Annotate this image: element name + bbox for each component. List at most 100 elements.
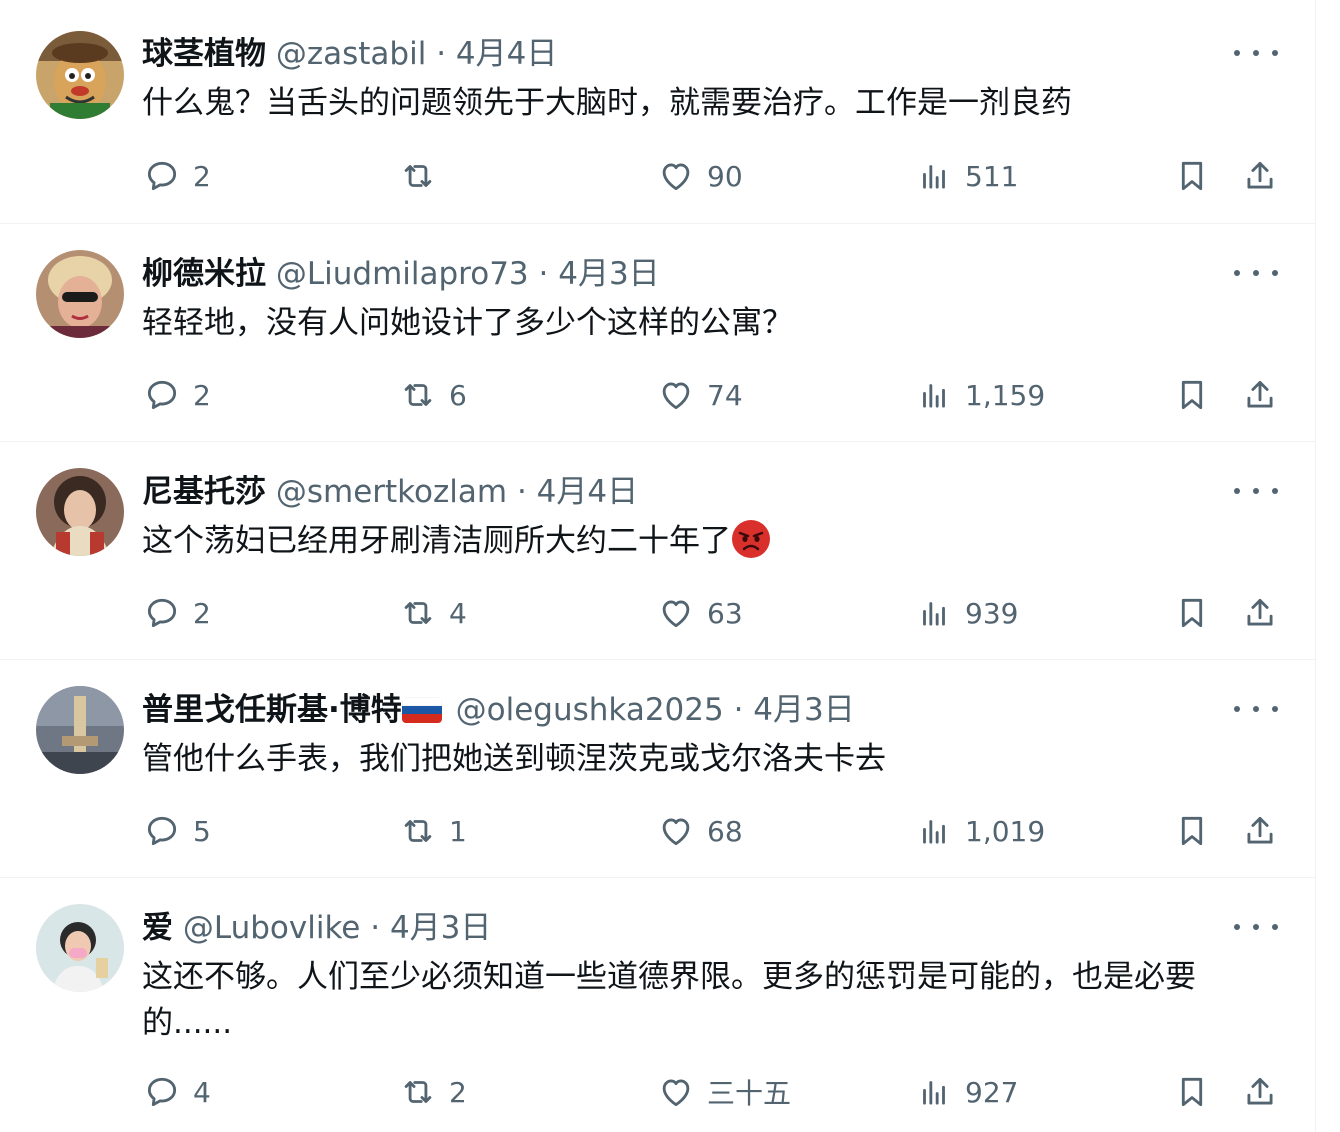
reply-item[interactable]: 尼基托莎 @smertkozlam · 4月4日 这个荡妇已经用牙刷清洁厕所大约… bbox=[0, 442, 1316, 660]
avatar[interactable] bbox=[36, 686, 124, 774]
share-icon bbox=[1247, 380, 1273, 408]
reply-header: 柳德米拉 @Liudmilapro73 · 4月3日 bbox=[142, 253, 1236, 295]
user-handle[interactable]: @olegushka2025 bbox=[456, 692, 724, 728]
repost-icon bbox=[404, 384, 432, 406]
like-button[interactable]: 63 bbox=[657, 591, 743, 635]
repost-button[interactable]: 4 bbox=[399, 591, 467, 635]
view-count: 1,019 bbox=[965, 814, 1046, 848]
avatar[interactable] bbox=[36, 468, 124, 556]
post-date[interactable]: 4月3日 bbox=[390, 910, 491, 946]
separator-dot: · bbox=[538, 256, 549, 292]
more-options-icon[interactable] bbox=[1234, 476, 1278, 506]
reply-button[interactable]: 2 bbox=[143, 373, 211, 417]
display-name[interactable]: 球茎植物 bbox=[142, 36, 266, 72]
post-date[interactable]: 4月3日 bbox=[753, 692, 854, 728]
reply-button[interactable]: 2 bbox=[143, 591, 211, 635]
share-icon bbox=[1247, 816, 1273, 844]
share-button[interactable] bbox=[1241, 154, 1279, 198]
view-count: 511 bbox=[965, 159, 1019, 193]
reply-item[interactable]: 球茎植物 @zastabil · 4月4日 什么鬼？当舌头的问题领先于大脑时，就… bbox=[0, 0, 1316, 224]
views-button[interactable]: 939 bbox=[915, 591, 1018, 635]
bookmark-icon bbox=[1181, 161, 1203, 191]
scrollbar[interactable] bbox=[1315, 0, 1340, 1132]
repost-button[interactable]: 1 bbox=[399, 809, 467, 853]
view-count: 939 bbox=[965, 596, 1019, 630]
share-button[interactable] bbox=[1241, 591, 1279, 635]
reply-header: 球茎植物 @zastabil · 4月4日 bbox=[142, 33, 1236, 75]
user-handle[interactable]: @smertkozlam bbox=[276, 474, 507, 510]
repost-icon bbox=[404, 165, 432, 187]
reply-count: 2 bbox=[193, 378, 211, 412]
display-name[interactable]: 柳德米拉 bbox=[142, 256, 266, 292]
more-options-icon[interactable] bbox=[1234, 38, 1278, 68]
more-options-icon[interactable] bbox=[1234, 694, 1278, 724]
share-icon bbox=[1247, 1077, 1273, 1105]
display-name[interactable]: 尼基托莎 bbox=[142, 474, 266, 510]
heart-icon bbox=[662, 1079, 690, 1107]
separator-dot: · bbox=[370, 910, 381, 946]
share-button[interactable] bbox=[1241, 809, 1279, 853]
pouting-face-icon bbox=[731, 519, 771, 559]
reply-button[interactable]: 4 bbox=[143, 1070, 211, 1114]
repost-button[interactable]: 6 bbox=[399, 373, 467, 417]
like-count: 74 bbox=[707, 378, 743, 412]
reply-text: 轻轻地，没有人问她设计了多少个这样的公寓？ bbox=[142, 305, 793, 341]
post-date[interactable]: 4月4日 bbox=[456, 36, 557, 72]
display-name[interactable]: 普里戈任斯基·博特 bbox=[142, 692, 402, 728]
bookmark-button[interactable] bbox=[1173, 591, 1211, 635]
user-handle[interactable]: @Lubovlike bbox=[183, 910, 361, 946]
views-button[interactable]: 927 bbox=[915, 1070, 1018, 1114]
like-button[interactable]: 三十五 bbox=[657, 1070, 791, 1114]
bookmark-button[interactable] bbox=[1173, 809, 1211, 853]
reply-count: 4 bbox=[193, 1075, 211, 1109]
views-button[interactable]: 1,019 bbox=[915, 809, 1045, 853]
bookmark-button[interactable] bbox=[1173, 373, 1211, 417]
like-count: 68 bbox=[707, 814, 743, 848]
reply-button[interactable]: 5 bbox=[143, 809, 211, 853]
user-handle[interactable]: @zastabil bbox=[276, 36, 426, 72]
post-date[interactable]: 4月3日 bbox=[558, 256, 659, 292]
repost-count: 2 bbox=[449, 1075, 467, 1109]
avatar[interactable] bbox=[36, 250, 124, 338]
like-button[interactable]: 90 bbox=[657, 154, 743, 198]
reply-header: 爱 @Lubovlike · 4月3日 bbox=[142, 907, 1236, 949]
avatar[interactable] bbox=[36, 904, 124, 992]
share-button[interactable] bbox=[1241, 1070, 1279, 1114]
display-name[interactable]: 爱 bbox=[142, 910, 173, 946]
views-button[interactable]: 1,159 bbox=[915, 373, 1045, 417]
user-handle[interactable]: @Liudmilapro73 bbox=[276, 256, 529, 292]
repost-icon bbox=[404, 820, 432, 842]
action-bar: 2 6 74 1,159 bbox=[0, 373, 1316, 417]
heart-icon bbox=[662, 818, 690, 846]
repost-count: 6 bbox=[449, 378, 467, 412]
separator-dot: · bbox=[516, 474, 527, 510]
like-button[interactable]: 74 bbox=[657, 373, 743, 417]
reply-item[interactable]: 柳德米拉 @Liudmilapro73 · 4月3日 轻轻地，没有人问她设计了多… bbox=[0, 224, 1316, 442]
action-bar: 2 90 511 bbox=[0, 154, 1316, 198]
reply-count: 2 bbox=[193, 159, 211, 193]
more-options-icon[interactable] bbox=[1234, 912, 1278, 942]
views-chart-icon bbox=[923, 602, 945, 626]
bookmark-button[interactable] bbox=[1173, 1070, 1211, 1114]
reply-item[interactable]: 爱 @Lubovlike · 4月3日 这还不够。人们至少必须知道一些道德界限。… bbox=[0, 878, 1316, 1132]
reply-header: 普里戈任斯基·博特 @olegushka2025 · 4月3日 bbox=[142, 689, 1236, 731]
repost-button[interactable]: 2 bbox=[399, 1070, 467, 1114]
more-options-icon[interactable] bbox=[1234, 258, 1278, 288]
comment-icon bbox=[147, 816, 177, 846]
views-chart-icon bbox=[923, 384, 945, 408]
post-date[interactable]: 4月4日 bbox=[537, 474, 638, 510]
reply-text: 什么鬼？当舌头的问题领先于大脑时，就需要治疗。工作是一剂良药 bbox=[142, 85, 1072, 121]
view-count: 1,159 bbox=[965, 378, 1046, 412]
avatar[interactable] bbox=[36, 31, 124, 119]
repost-button[interactable] bbox=[399, 154, 449, 198]
views-chart-icon bbox=[923, 165, 945, 189]
view-count: 927 bbox=[965, 1075, 1019, 1109]
heart-icon bbox=[662, 382, 690, 410]
reply-button[interactable]: 2 bbox=[143, 154, 211, 198]
reply-item[interactable]: 普里戈任斯基·博特 @olegushka2025 · 4月3日 管他什么手表，我… bbox=[0, 660, 1316, 878]
share-button[interactable] bbox=[1241, 373, 1279, 417]
views-button[interactable]: 511 bbox=[915, 154, 1018, 198]
separator-dot: · bbox=[436, 36, 447, 72]
bookmark-button[interactable] bbox=[1173, 154, 1211, 198]
like-button[interactable]: 68 bbox=[657, 809, 743, 853]
